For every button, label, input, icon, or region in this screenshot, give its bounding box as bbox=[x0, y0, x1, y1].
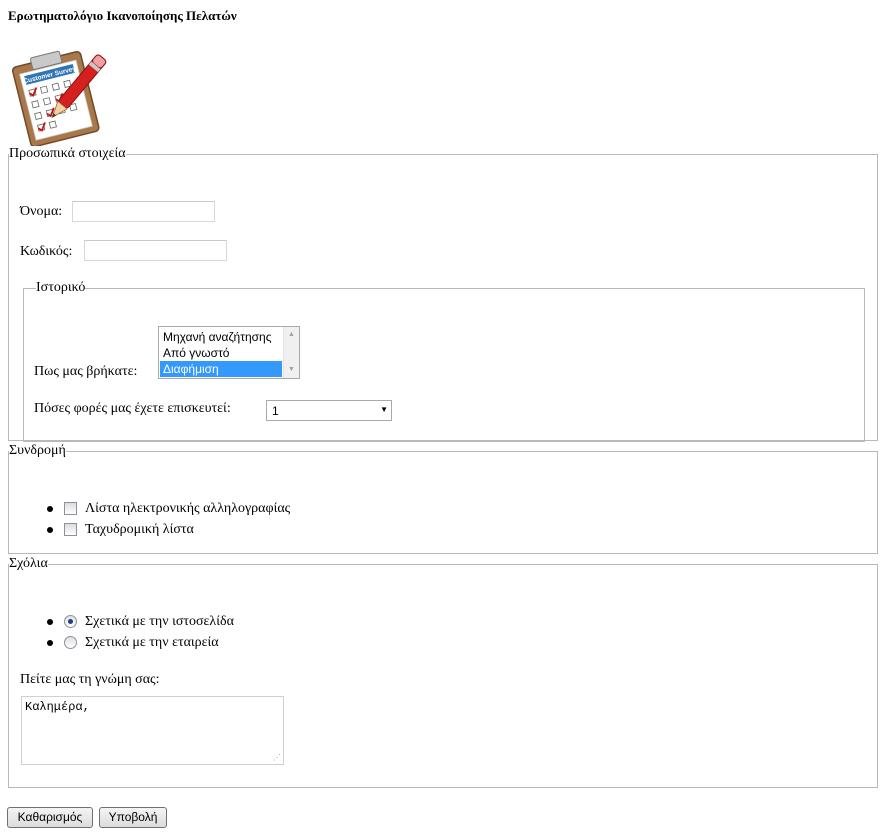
list-bullet bbox=[47, 619, 53, 625]
code-input[interactable] bbox=[84, 240, 227, 261]
visits-select[interactable]: 1 ▼ bbox=[266, 400, 392, 421]
about-company-radio[interactable] bbox=[64, 636, 77, 649]
history-fieldset: Ιστορικό Πως μας βρήκατε: Μηχανή αναζήτη… bbox=[23, 280, 865, 442]
name-label: Όνομα: bbox=[20, 204, 63, 219]
postal-list-checkbox[interactable] bbox=[64, 523, 77, 536]
email-list-label: Λίστα ηλεκτρονικής αλληλογραφίας bbox=[85, 501, 291, 516]
chevron-down-icon: ▼ bbox=[380, 405, 388, 414]
code-label: Κωδικός: bbox=[20, 244, 73, 259]
list-bullet bbox=[47, 640, 53, 646]
scroll-down-arrow-icon[interactable]: ▼ bbox=[284, 365, 299, 375]
how-found-listbox[interactable]: Μηχανή αναζήτησης Από γνωστό Διαφήμιση ▲… bbox=[158, 326, 300, 379]
scroll-up-arrow-icon[interactable]: ▲ bbox=[284, 330, 299, 340]
postal-list-label: Ταχυδρομική λίστα bbox=[85, 522, 194, 537]
listbox-scrollbar[interactable]: ▲ ▼ bbox=[283, 327, 299, 378]
listbox-option[interactable]: Από γνωστό bbox=[160, 345, 282, 361]
page-title: Ερωτηματολόγιο Ικανοποίησης Πελατών bbox=[8, 8, 237, 23]
listbox-option[interactable]: Μηχανή αναζήτησης bbox=[160, 329, 282, 345]
submit-button[interactable]: Υποβολή bbox=[99, 807, 167, 828]
name-input[interactable] bbox=[72, 201, 215, 222]
resize-grip-icon[interactable]: ⋰ bbox=[273, 755, 281, 763]
subscription-fieldset: Συνδρομή Λίστα ηλεκτρονικής αλληλογραφία… bbox=[8, 443, 878, 554]
opinion-textarea[interactable]: Καλημέρα, ⋰ bbox=[21, 696, 284, 765]
subscription-legend: Συνδρομή bbox=[9, 443, 66, 458]
listbox-option-selected[interactable]: Διαφήμιση bbox=[160, 361, 282, 377]
comments-fieldset: Σχόλια Σχετικά με την ιστοσελίδα Σχετικά… bbox=[8, 556, 878, 788]
opinion-label: Πείτε μας τη γνώμη σας: bbox=[20, 672, 160, 687]
personal-info-fieldset: Προσωπικά στοιχεία Όνομα: Κωδικός: Ιστορ… bbox=[8, 146, 878, 442]
list-bullet bbox=[47, 506, 53, 512]
opinion-text: Καλημέρα, bbox=[25, 700, 90, 714]
about-company-label: Σχετικά με την εταιρεία bbox=[85, 635, 219, 650]
comments-legend: Σχόλια bbox=[9, 556, 48, 571]
history-legend: Ιστορικό bbox=[36, 280, 86, 295]
email-list-checkbox[interactable] bbox=[64, 502, 77, 515]
how-found-label: Πως μας βρήκατε: bbox=[34, 364, 138, 379]
customer-survey-logo: Customer Survey bbox=[11, 50, 107, 146]
visits-label: Πόσες φορές μας έχετε επισκευτεί: bbox=[34, 401, 231, 416]
reset-button[interactable]: Καθαρισμός bbox=[7, 807, 93, 828]
about-website-radio[interactable] bbox=[64, 615, 77, 628]
list-bullet bbox=[47, 527, 53, 533]
personal-info-legend: Προσωπικά στοιχεία bbox=[9, 146, 126, 161]
visits-select-value: 1 bbox=[272, 404, 279, 418]
about-website-label: Σχετικά με την ιστοσελίδα bbox=[85, 614, 234, 629]
